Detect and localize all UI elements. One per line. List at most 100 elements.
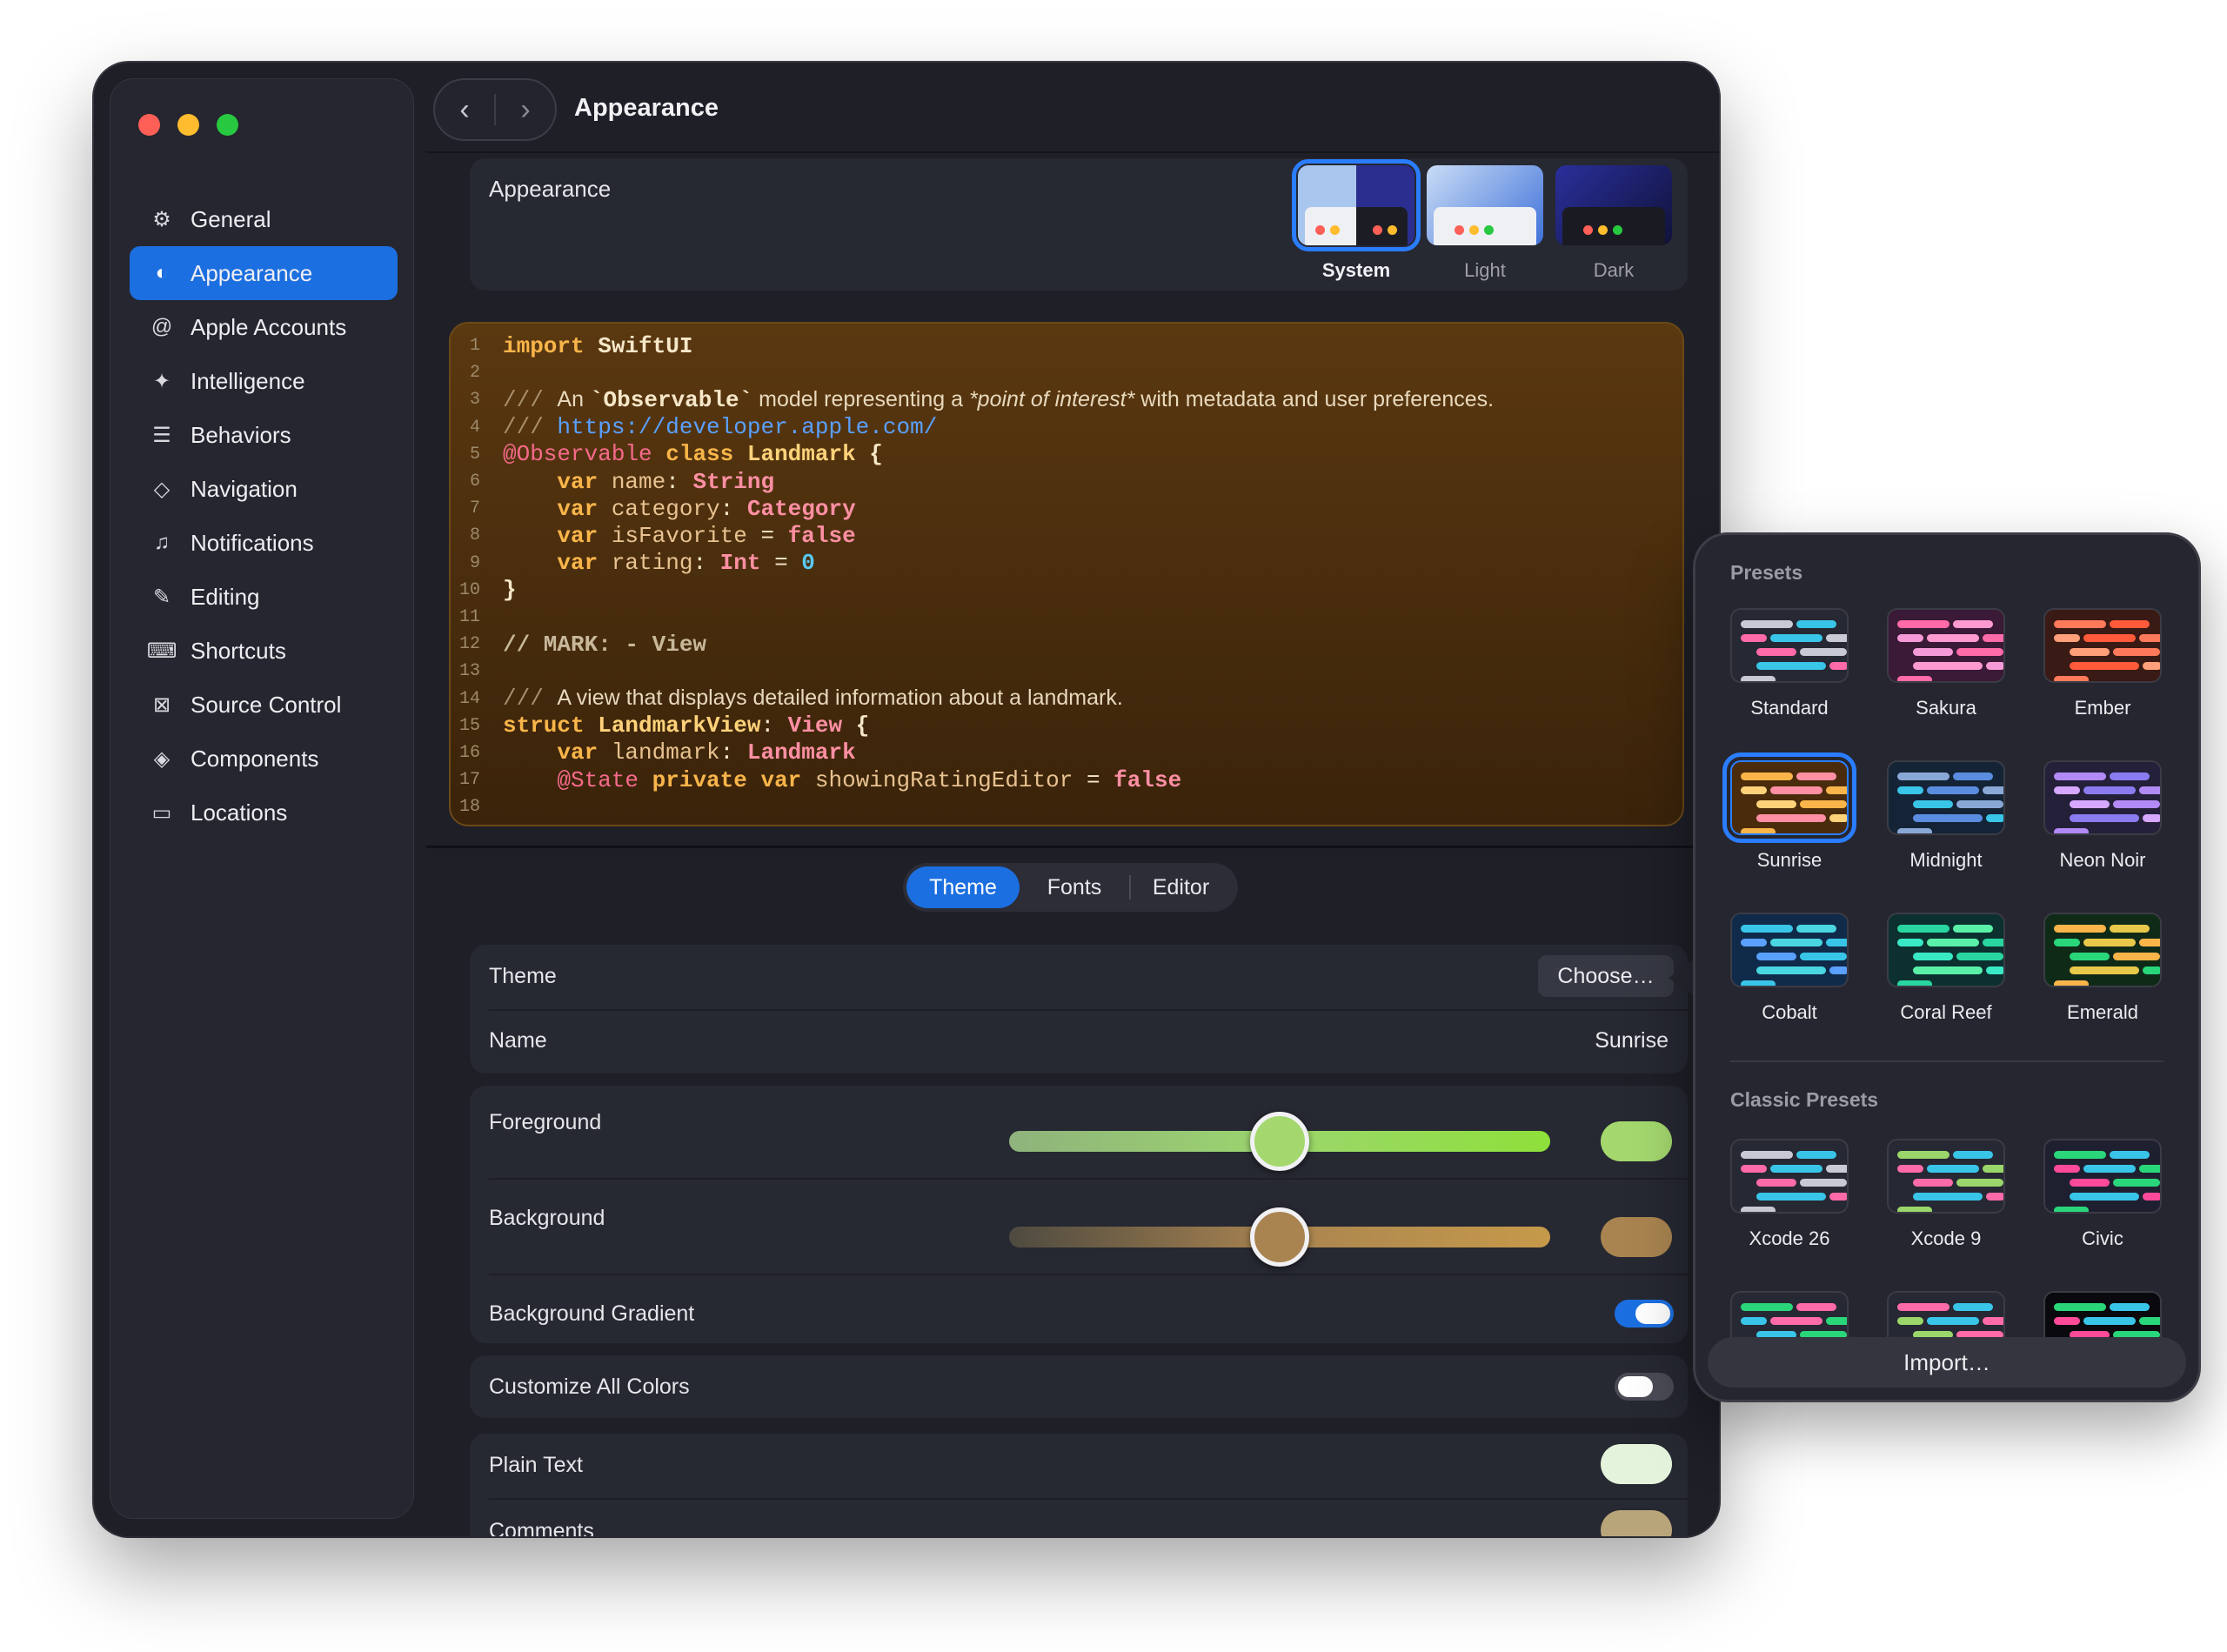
appearance-icon: ◐ <box>155 261 169 284</box>
plain-text-label: Plain Text <box>489 1453 583 1477</box>
sidebar-item-shortcuts[interactable]: ⌨ Shortcuts <box>130 624 398 678</box>
sidebar-item-navigation[interactable]: ◇ Navigation <box>130 462 398 516</box>
appearance-option-system[interactable]: System <box>1292 159 1421 282</box>
foreground-color-swatch[interactable] <box>1601 1121 1672 1161</box>
preset-sunrise[interactable]: Sunrise <box>1722 752 1856 872</box>
code-token: false <box>1114 766 1182 793</box>
sidebar-item-notifications[interactable]: ♫ Notifications <box>130 516 398 570</box>
sidebar-item-label: Behaviors <box>191 421 291 448</box>
comments-color-swatch[interactable] <box>1601 1510 1672 1536</box>
minimize-window-button[interactable] <box>177 114 199 136</box>
sidebar-item-behaviors[interactable]: ☰ Behaviors <box>130 408 398 462</box>
code-token: : <box>719 739 747 766</box>
code-token: Int <box>719 550 761 577</box>
tab-fonts[interactable]: Fonts <box>1020 866 1129 908</box>
preview-bar <box>1741 786 1767 794</box>
sidebar-item-source-control[interactable]: ⊠ Source Control <box>130 678 398 732</box>
sidebar-item-appearance[interactable]: ◐ Appearance <box>130 246 398 300</box>
sidebar-item-label: Locations <box>191 799 288 826</box>
tab-theme[interactable]: Theme <box>906 866 1020 908</box>
sidebar-item-label: Apple Accounts <box>191 313 347 340</box>
preview-bar <box>1800 1179 1847 1187</box>
preview-bar <box>2110 772 2150 780</box>
preview-bar <box>2054 828 2089 833</box>
forward-button[interactable]: › <box>496 93 555 127</box>
preset-coral-reef[interactable]: Coral Reef <box>1887 913 2005 1024</box>
zoom-window-button[interactable] <box>217 114 238 136</box>
back-button[interactable]: ‹ <box>435 93 494 127</box>
navigation-icon: ◇ <box>153 477 171 501</box>
tab-editor[interactable]: Editor <box>1131 866 1231 908</box>
preset-cobalt[interactable]: Cobalt <box>1730 913 1849 1024</box>
sidebar-item-editing[interactable]: ✎ Editing <box>130 570 398 624</box>
sidebar-item-label: Intelligence <box>191 367 305 394</box>
row-divider <box>489 1009 1688 1011</box>
colors-card: Foreground Background Background Gradien… <box>470 1086 1688 1343</box>
background-gradient-toggle[interactable] <box>1615 1300 1674 1328</box>
preview-bar <box>1826 1317 1847 1325</box>
code-token: `Observable` <box>589 386 753 413</box>
preview-bar <box>1956 800 2003 808</box>
plain-text-color-swatch[interactable] <box>1601 1444 1672 1484</box>
preset-neon-noir[interactable]: Neon Noir <box>2043 760 2162 872</box>
preview-bar <box>1897 1165 1923 1173</box>
preview-bar <box>2143 966 2160 974</box>
customize-all-colors-label: Customize All Colors <box>489 1374 690 1399</box>
line-number: 1 <box>469 336 480 357</box>
preview-bar <box>2054 676 2089 681</box>
preset-ember[interactable]: Ember <box>2043 608 2162 719</box>
sidebar-item-label: Editing <box>191 583 260 610</box>
code-token: SwiftUI <box>598 332 693 359</box>
code-token: https://developer.apple.com/ <box>557 414 938 441</box>
sidebar-item-general[interactable]: ⚙ General <box>130 192 398 246</box>
appearance-option-dark[interactable]: Dark <box>1555 165 1672 282</box>
pane-divider[interactable] <box>426 846 1719 848</box>
sidebar-item-label: Source Control <box>191 691 342 718</box>
preview-bar <box>2070 814 2139 822</box>
preset-sakura[interactable]: Sakura <box>1887 608 2005 719</box>
sidebar-item-locations[interactable]: ▭ Locations <box>130 786 398 839</box>
preview-bar <box>1913 648 1953 656</box>
row-divider <box>489 1498 1688 1500</box>
preview-bar <box>1826 786 1847 794</box>
dark-preview <box>1555 165 1672 245</box>
code-line: 12 // MARK: - View <box>451 631 1682 658</box>
line-number: 7 <box>469 498 480 519</box>
close-window-button[interactable] <box>138 114 160 136</box>
code-token: class <box>665 441 747 468</box>
preview-bar <box>1826 939 1847 946</box>
toggle-knob <box>1618 1376 1653 1397</box>
code-token: import <box>503 332 599 359</box>
preview-bar <box>1796 925 1836 933</box>
sidebar-item-intelligence[interactable]: ✦ Intelligence <box>130 354 398 408</box>
code-token: var <box>503 550 612 577</box>
code-text: var landmark: Landmark <box>503 739 855 766</box>
preview-bar <box>2083 1165 2136 1173</box>
preview-bar <box>2070 800 2110 808</box>
preset-xcode-9[interactable]: Xcode 9 <box>1887 1139 2005 1250</box>
preview-bar <box>1829 1193 1847 1201</box>
preset-xcode-26[interactable]: Xcode 26 <box>1730 1139 1849 1250</box>
sidebar-item-components[interactable]: ◈ Components <box>130 732 398 786</box>
preview-bar <box>1829 814 1847 822</box>
code-token: model representing a <box>752 386 969 411</box>
code-text: var rating: Int = 0 <box>503 550 815 576</box>
code-token: var <box>760 766 815 793</box>
preview-bar <box>2113 953 2160 960</box>
customize-all-colors-toggle[interactable] <box>1615 1373 1674 1401</box>
foreground-slider-knob[interactable] <box>1250 1112 1309 1171</box>
background-color-swatch[interactable] <box>1601 1217 1672 1257</box>
preset-label: Civic <box>2082 1227 2123 1249</box>
preset-civic[interactable]: Civic <box>2043 1139 2162 1250</box>
preset-emerald[interactable]: Emerald <box>2043 913 2162 1024</box>
preview-bar <box>1913 953 1953 960</box>
preset-midnight[interactable]: Midnight <box>1887 760 2005 872</box>
preset-standard[interactable]: Standard <box>1730 608 1849 719</box>
choose-theme-button[interactable]: Choose… <box>1538 955 1674 997</box>
sidebar-item-apple-accounts[interactable]: @ Apple Accounts <box>130 300 398 354</box>
classic-presets-heading: Classic Presets <box>1730 1088 1879 1111</box>
appearance-option-light[interactable]: Light <box>1427 165 1543 282</box>
background-slider-knob[interactable] <box>1250 1207 1309 1267</box>
preview-bar <box>2139 1317 2160 1325</box>
import-button[interactable]: Import… <box>1708 1337 2186 1388</box>
